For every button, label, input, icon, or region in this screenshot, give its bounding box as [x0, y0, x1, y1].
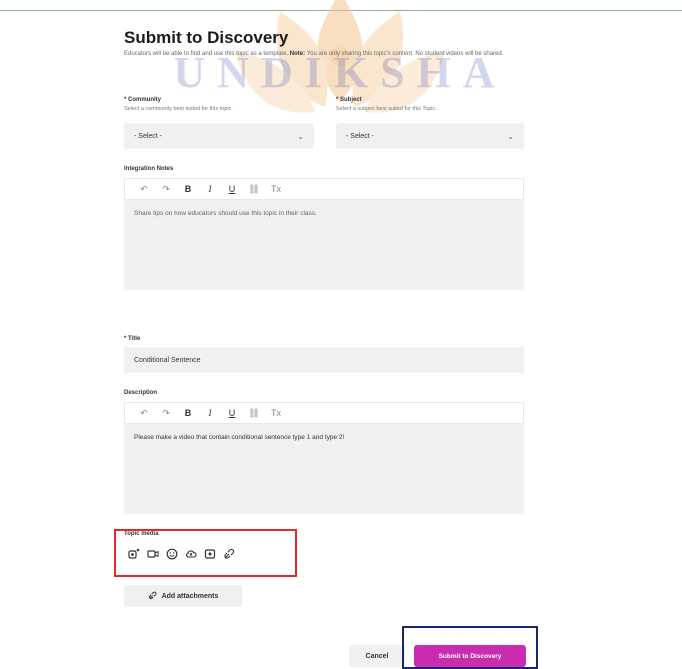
community-selected-value: - Select - [134, 132, 163, 140]
link-icon[interactable]: ⛓ [243, 408, 265, 419]
bold-button[interactable]: B [177, 408, 199, 418]
underline-button[interactable]: U [221, 184, 243, 194]
add-attachments-button[interactable]: Add attachments [124, 585, 242, 607]
subject-selected-value: - Select - [346, 132, 375, 140]
highlight-box-topic-media [114, 529, 297, 577]
description-textarea[interactable]: Please make a video that contain conditi… [124, 424, 524, 514]
description-label: Description [124, 390, 158, 396]
chevron-down-icon: ⌄ [507, 131, 514, 141]
integration-notes-label: Integration Notes [124, 166, 174, 172]
undo-icon[interactable]: ↶ [133, 408, 155, 419]
underline-button[interactable]: U [221, 408, 243, 418]
italic-button[interactable]: I [199, 184, 221, 194]
redo-icon[interactable]: ↷ [155, 184, 177, 195]
paperclip-icon [148, 591, 157, 602]
bold-button[interactable]: B [177, 184, 199, 194]
page-title: Submit to Discovery [124, 28, 289, 47]
community-select[interactable]: - Select - ⌄ [124, 123, 314, 149]
title-label: * Title [124, 336, 141, 342]
subject-label: * Subject [336, 97, 362, 103]
italic-button[interactable]: I [199, 408, 221, 418]
undo-icon[interactable]: ↶ [133, 184, 155, 195]
community-label: * Community [124, 97, 162, 103]
add-attachments-label: Add attachments [161, 592, 219, 600]
community-hint: Select a community best suited for this … [124, 106, 233, 112]
subject-select[interactable]: - Select - ⌄ [336, 123, 524, 149]
title-input[interactable]: Conditional Sentence [124, 347, 524, 373]
clear-format-icon[interactable]: Tx [265, 184, 287, 194]
redo-icon[interactable]: ↷ [155, 408, 177, 419]
form-description: Educators will be able to find and use t… [124, 51, 504, 57]
integration-notes-toolbar: ↶ ↷ B I U ⛓ Tx [124, 178, 524, 200]
description-toolbar: ↶ ↷ B I U ⛓ Tx [124, 402, 524, 424]
clear-format-icon[interactable]: Tx [265, 408, 287, 418]
subject-hint: Select a subject best suited for this To… [336, 106, 437, 112]
chevron-down-icon: ⌄ [297, 131, 304, 141]
link-icon[interactable]: ⛓ [243, 184, 265, 195]
cancel-button[interactable]: Cancel [349, 645, 405, 667]
integration-notes-placeholder: Share tips on how educators should use t… [134, 210, 317, 217]
highlight-box-submit [402, 626, 538, 669]
integration-notes-textarea[interactable]: Share tips on how educators should use t… [124, 200, 524, 290]
title-value: Conditional Sentence [134, 356, 201, 364]
description-value: Please make a video that contain conditi… [134, 434, 345, 441]
